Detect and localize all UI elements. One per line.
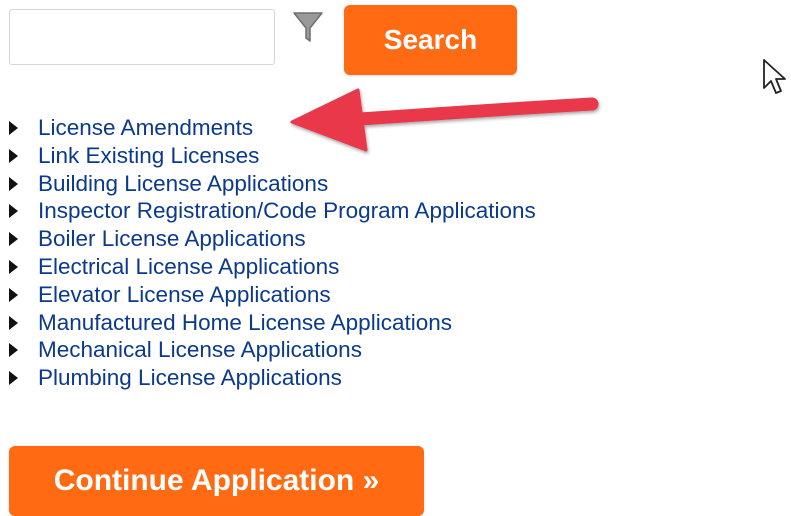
funnel-filter-icon[interactable] <box>290 8 326 44</box>
link-building-license-applications[interactable]: Building License Applications <box>38 171 328 196</box>
list-item: Electrical License Applications <box>0 253 536 281</box>
link-link-existing-licenses[interactable]: Link Existing Licenses <box>38 143 259 168</box>
list-item: Link Existing Licenses <box>0 142 536 170</box>
list-item: Plumbing License Applications <box>0 364 536 392</box>
caret-right-icon <box>9 343 18 358</box>
link-license-amendments[interactable]: License Amendments <box>38 115 253 140</box>
list-item: Mechanical License Applications <box>0 336 536 364</box>
search-button[interactable]: Search <box>344 5 517 75</box>
caret-right-icon <box>9 371 18 386</box>
link-boiler-license-applications[interactable]: Boiler License Applications <box>38 226 306 251</box>
caret-right-icon <box>9 315 18 330</box>
caret-right-icon <box>9 176 18 191</box>
link-electrical-license-applications[interactable]: Electrical License Applications <box>38 254 339 279</box>
list-item: License Amendments <box>0 114 536 142</box>
caret-right-icon <box>9 121 18 135</box>
list-item: Manufactured Home License Applications <box>0 309 536 337</box>
list-item: Building License Applications <box>0 170 536 198</box>
license-application-list: License Amendments Link Existing License… <box>0 114 536 392</box>
caret-right-icon <box>9 232 18 247</box>
caret-right-icon <box>9 287 18 302</box>
list-item: Inspector Registration/Code Program Appl… <box>0 197 536 225</box>
caret-right-icon <box>9 204 18 219</box>
link-inspector-registration-applications[interactable]: Inspector Registration/Code Program Appl… <box>38 198 536 223</box>
link-elevator-license-applications[interactable]: Elevator License Applications <box>38 282 331 307</box>
caret-right-icon <box>9 148 18 163</box>
link-plumbing-license-applications[interactable]: Plumbing License Applications <box>38 365 342 390</box>
list-item: Elevator License Applications <box>0 281 536 309</box>
mouse-pointer-icon <box>763 59 786 94</box>
link-manufactured-home-license-applications[interactable]: Manufactured Home License Applications <box>38 310 452 335</box>
link-mechanical-license-applications[interactable]: Mechanical License Applications <box>38 337 362 362</box>
caret-right-icon <box>9 259 18 274</box>
list-item: Boiler License Applications <box>0 225 536 253</box>
search-input[interactable] <box>9 9 275 65</box>
continue-application-button[interactable]: Continue Application » <box>9 446 424 516</box>
